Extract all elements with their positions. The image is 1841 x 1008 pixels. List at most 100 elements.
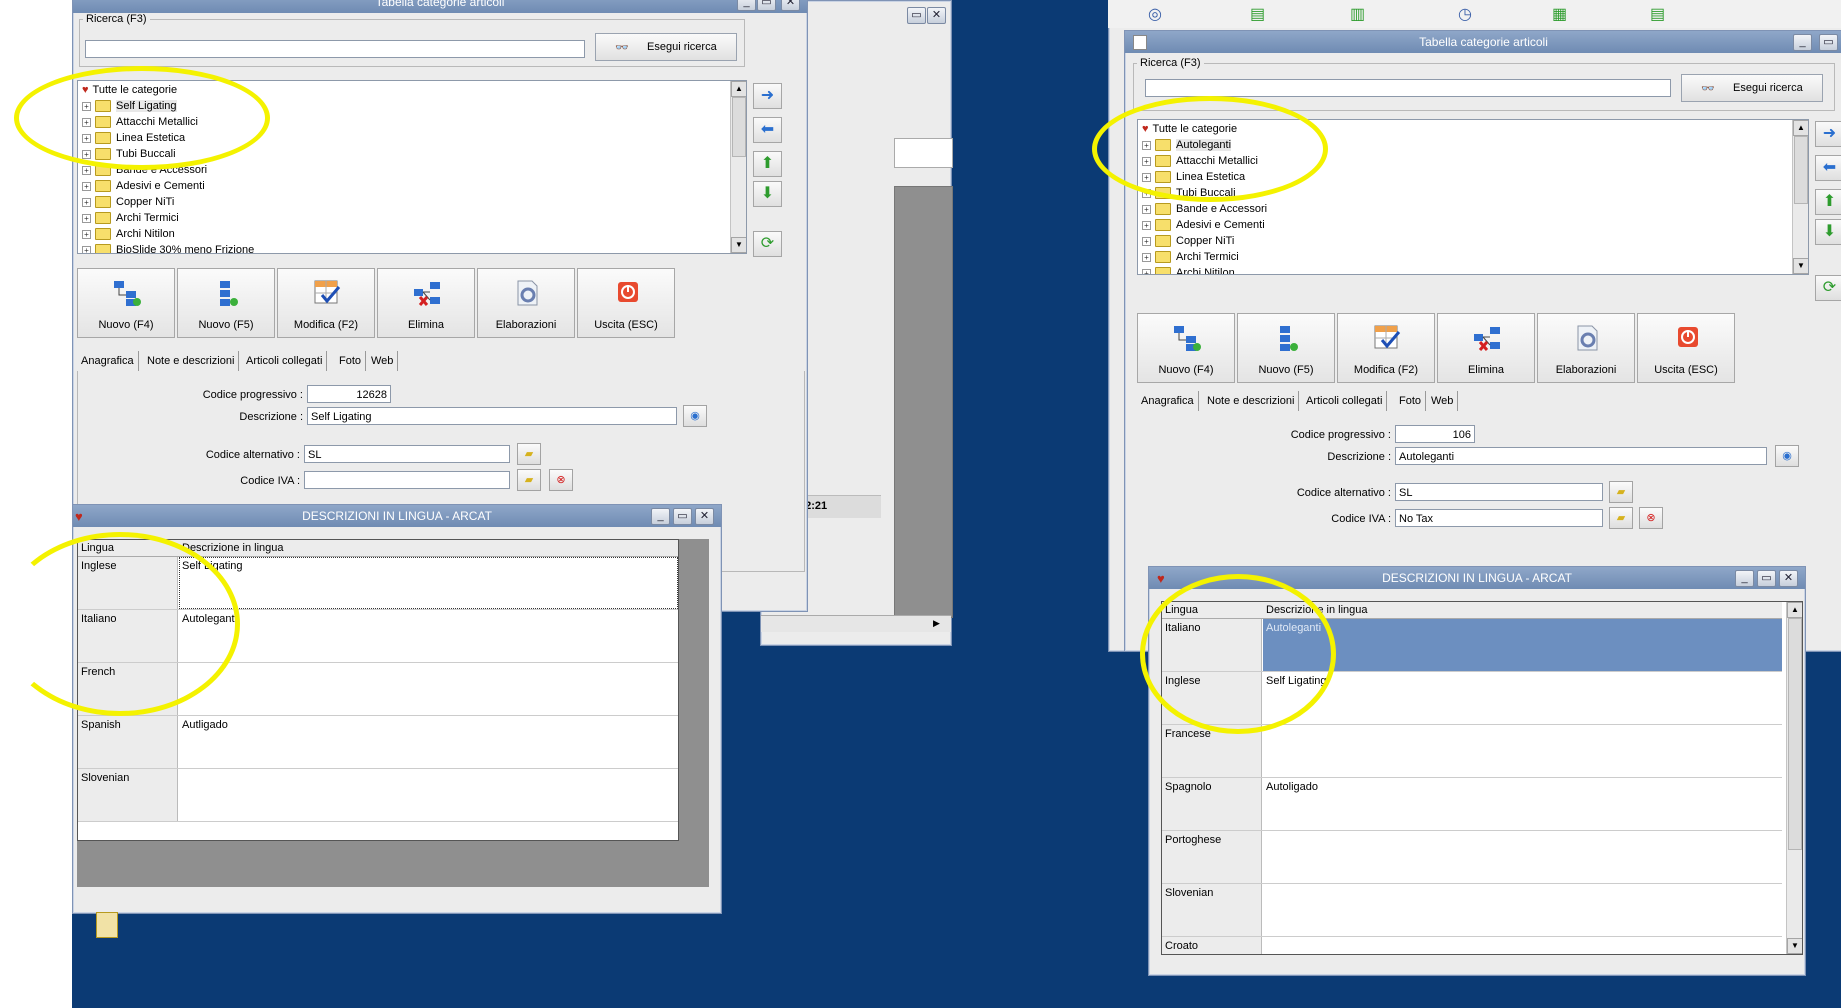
expand-icon[interactable]: +: [1142, 204, 1151, 214]
grid-row[interactable]: Spanish Autligado: [78, 716, 678, 769]
grid-row[interactable]: Portoghese: [1162, 831, 1782, 884]
tree-item[interactable]: + BioSlide 30% meno Frizione: [82, 242, 254, 253]
tree-item[interactable]: + Archi Termici: [1142, 249, 1239, 265]
refresh-button[interactable]: ⟳: [753, 231, 782, 257]
grid-row[interactable]: Slovenian: [78, 769, 678, 822]
tree-item[interactable]: + Archi Termici: [82, 210, 179, 226]
tab-web[interactable]: Web: [1427, 391, 1459, 411]
move-right-button[interactable]: ➜: [753, 83, 782, 109]
new-f5-button[interactable]: Nuovo (F5): [177, 268, 275, 338]
exit-button[interactable]: Uscita (ESC): [1637, 313, 1735, 383]
scroll-thumb[interactable]: [1788, 618, 1802, 850]
left-tree-scrollbar[interactable]: ▲ ▼: [730, 81, 746, 253]
folder-browse-icon[interactable]: ▰: [517, 469, 541, 491]
right-dialog-close-button[interactable]: ✕: [1779, 570, 1798, 587]
move-right-button[interactable]: ➜: [1815, 121, 1841, 147]
tree-item[interactable]: + Archi Nitilon: [1142, 265, 1235, 274]
left-dialog-minimize-button[interactable]: _: [651, 508, 670, 525]
right-dialog-minimize-button[interactable]: _: [1735, 570, 1754, 587]
scroll-down-arrow-icon[interactable]: ▼: [731, 237, 746, 253]
edit-f2-button[interactable]: Modifica (F2): [277, 268, 375, 338]
grid-row[interactable]: Croato: [1162, 937, 1782, 954]
right-tree-scrollbar[interactable]: ▲ ▼: [1792, 120, 1808, 274]
move-up-button[interactable]: ⬆: [1815, 189, 1841, 215]
refresh-button[interactable]: ⟳: [1815, 275, 1841, 301]
left-descrizione-field[interactable]: Self Ligating: [307, 407, 677, 425]
left-minimize-button[interactable]: _: [737, 0, 756, 11]
move-down-button[interactable]: ⬇: [1815, 219, 1841, 245]
left-close-button[interactable]: ✕: [781, 0, 800, 11]
grid-descr-cell[interactable]: [179, 663, 678, 715]
tab-foto[interactable]: Foto: [335, 351, 367, 371]
new-f4-button[interactable]: Nuovo (F4): [77, 268, 175, 338]
grid-descr-cell[interactable]: [1263, 884, 1782, 936]
delete-button[interactable]: Elimina: [1437, 313, 1535, 383]
right-grid-scrollbar[interactable]: ▲ ▼: [1786, 602, 1802, 954]
tab-articoli[interactable]: Articoli collegati: [242, 351, 328, 371]
move-down-button[interactable]: ⬇: [753, 181, 782, 207]
tree-item[interactable]: + Copper NiTi: [82, 194, 174, 210]
tree-item[interactable]: + Archi Nitilon: [82, 226, 175, 242]
move-up-button[interactable]: ⬆: [753, 151, 782, 177]
exit-button[interactable]: Uscita (ESC): [577, 268, 675, 338]
background-hscroll[interactable]: ▶: [761, 615, 951, 632]
expand-icon[interactable]: +: [82, 181, 91, 191]
left-window-titlebar[interactable]: Tabella categorie articoli: [73, 0, 807, 13]
background-minimize-button[interactable]: ▭: [907, 7, 926, 24]
left-search-button[interactable]: 👓 Esegui ricerca: [595, 33, 737, 61]
scroll-up-arrow-icon[interactable]: ▲: [1787, 602, 1802, 618]
expand-icon[interactable]: +: [1142, 236, 1151, 246]
left-dialog-maximize-button[interactable]: ▭: [673, 508, 692, 525]
grid-descr-cell[interactable]: Self Ligating: [1263, 672, 1782, 724]
grid-descr-cell[interactable]: Self Ligating: [179, 557, 678, 609]
grid-row[interactable]: Spagnolo Autoligado: [1162, 778, 1782, 831]
grid-descr-cell[interactable]: Autligado: [179, 716, 678, 768]
globe-icon[interactable]: ◉: [1775, 445, 1799, 467]
right-codice-progressivo-field[interactable]: 106: [1395, 425, 1475, 443]
clear-red-icon[interactable]: ⊗: [549, 469, 573, 491]
expand-icon[interactable]: +: [82, 197, 91, 207]
left-codice-iva-field[interactable]: [304, 471, 510, 489]
chart-icon[interactable]: ▥: [1350, 4, 1365, 24]
clear-red-icon[interactable]: ⊗: [1639, 507, 1663, 529]
tree-item[interactable]: + Bande e Accessori: [1142, 201, 1267, 217]
scroll-thumb[interactable]: [732, 97, 746, 157]
new-f5-button[interactable]: Nuovo (F5): [1237, 313, 1335, 383]
tab-articoli[interactable]: Articoli collegati: [1302, 391, 1388, 411]
new-f4-button[interactable]: Nuovo (F4): [1137, 313, 1235, 383]
right-search-button[interactable]: 👓 Esegui ricerca: [1681, 74, 1823, 102]
scroll-up-arrow-icon[interactable]: ▲: [731, 81, 746, 97]
grid-descr-cell[interactable]: Autoligado: [1263, 778, 1782, 830]
left-codice-progressivo-field[interactable]: 12628: [307, 385, 391, 403]
right-maximize-button[interactable]: ▭: [1819, 34, 1838, 51]
scroll-down-arrow-icon[interactable]: ▼: [1787, 938, 1802, 954]
folder-browse-icon[interactable]: ▰: [517, 443, 541, 465]
expand-icon[interactable]: +: [1142, 220, 1151, 230]
grid-descr-cell[interactable]: Autoleganti: [179, 610, 678, 662]
tab-web[interactable]: Web: [367, 351, 399, 371]
scroll-up-arrow-icon[interactable]: ▲: [1793, 120, 1808, 136]
background-close-button[interactable]: ✕: [927, 7, 946, 24]
tab-note[interactable]: Note e descrizioni: [1203, 391, 1300, 411]
money-icon[interactable]: ▤: [1250, 4, 1265, 24]
grid-descr-cell[interactable]: [179, 769, 678, 821]
tree-item[interactable]: + Adesivi e Cementi: [82, 178, 205, 194]
left-search-input[interactable]: [85, 40, 585, 58]
delete-button[interactable]: Elimina: [377, 268, 475, 338]
grid-descr-cell[interactable]: [1263, 725, 1782, 777]
right-search-input[interactable]: [1145, 79, 1671, 97]
right-window-titlebar[interactable]: Tabella categorie articoli: [1125, 31, 1841, 53]
left-maximize-button[interactable]: ▭: [757, 0, 776, 11]
grid-descr-cell[interactable]: [1263, 831, 1782, 883]
processing-button[interactable]: Elaborazioni: [477, 268, 575, 338]
expand-icon[interactable]: +: [82, 245, 91, 253]
tree-item[interactable]: + Adesivi e Cementi: [1142, 217, 1265, 233]
folder-browse-icon[interactable]: ▰: [1609, 481, 1633, 503]
expand-icon[interactable]: +: [82, 229, 91, 239]
tab-note[interactable]: Note e descrizioni: [143, 351, 240, 371]
expand-icon[interactable]: +: [1142, 252, 1151, 262]
right-minimize-button[interactable]: _: [1793, 34, 1812, 51]
tab-anagrafica[interactable]: Anagrafica: [77, 351, 139, 371]
tab-foto[interactable]: Foto: [1395, 391, 1427, 411]
processing-button[interactable]: Elaborazioni: [1537, 313, 1635, 383]
